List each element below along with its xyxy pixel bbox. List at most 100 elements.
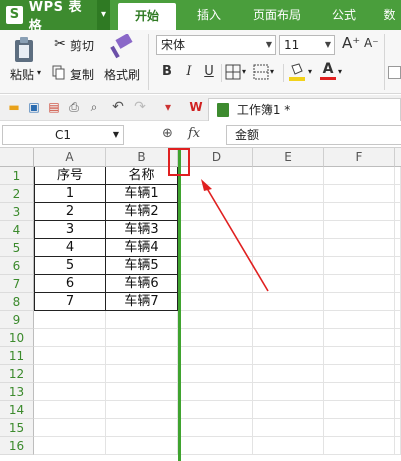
- grid-cell[interactable]: [253, 383, 324, 401]
- row-header[interactable]: 5: [0, 239, 34, 257]
- table-data-cell[interactable]: 1: [34, 185, 106, 203]
- underline-button[interactable]: U: [200, 63, 218, 81]
- select-all-corner[interactable]: [0, 148, 34, 167]
- tab-page-layout[interactable]: 页面布局: [244, 0, 310, 30]
- grid-cell[interactable]: [324, 239, 395, 257]
- grid-cell[interactable]: [395, 347, 401, 365]
- grid-cell[interactable]: [395, 419, 401, 437]
- table-data-cell[interactable]: 车辆6: [106, 275, 178, 293]
- chevron-down-icon[interactable]: ▾: [270, 67, 274, 76]
- wps-cloud-icon[interactable]: W: [188, 99, 204, 115]
- tab-home[interactable]: 开始: [118, 3, 176, 30]
- table-data-cell[interactable]: 车辆2: [106, 203, 178, 221]
- app-menu-dropdown-icon[interactable]: ▾: [96, 0, 110, 30]
- column-header-f[interactable]: F: [324, 148, 395, 167]
- table-data-cell[interactable]: 车辆1: [106, 185, 178, 203]
- grid-cell[interactable]: [106, 419, 178, 437]
- export-pdf-icon[interactable]: ▤: [46, 99, 62, 115]
- grid-cell[interactable]: [253, 401, 324, 419]
- column-header-g[interactable]: [395, 148, 401, 167]
- chevron-down-icon[interactable]: ▾: [338, 67, 342, 76]
- table-data-cell[interactable]: 车辆7: [106, 293, 178, 311]
- grid-cell[interactable]: [106, 401, 178, 419]
- zoom-icon[interactable]: ⊕: [162, 126, 173, 141]
- grid-cell[interactable]: [324, 437, 395, 455]
- column-header-d[interactable]: D: [181, 148, 253, 167]
- grid-cell[interactable]: [395, 203, 401, 221]
- format-painter-icon[interactable]: [108, 33, 134, 65]
- copy-icon[interactable]: [52, 65, 66, 83]
- grid-cell[interactable]: [106, 311, 178, 329]
- shrink-font-button[interactable]: A⁻: [364, 36, 379, 50]
- grid-cell[interactable]: [106, 329, 178, 347]
- row-header[interactable]: 15: [0, 419, 34, 437]
- grid-cell[interactable]: [106, 365, 178, 383]
- grid-cell[interactable]: [34, 419, 106, 437]
- grid-cell[interactable]: [324, 203, 395, 221]
- grid-cell[interactable]: [395, 365, 401, 383]
- table-data-cell[interactable]: 车辆3: [106, 221, 178, 239]
- grid-cell[interactable]: [395, 311, 401, 329]
- grid-cell[interactable]: [253, 419, 324, 437]
- table-data-cell[interactable]: 7: [34, 293, 106, 311]
- table-data-cell[interactable]: 4: [34, 239, 106, 257]
- more-options-icon[interactable]: [388, 66, 401, 79]
- grid-cell[interactable]: [324, 221, 395, 239]
- table-data-cell[interactable]: 3: [34, 221, 106, 239]
- grid-cell[interactable]: [395, 275, 401, 293]
- grid-cell[interactable]: [324, 257, 395, 275]
- row-header[interactable]: 3: [0, 203, 34, 221]
- font-name-select[interactable]: 宋体 ▼: [156, 35, 276, 55]
- table-data-cell[interactable]: 车辆4: [106, 239, 178, 257]
- grid-cell[interactable]: [395, 383, 401, 401]
- grid-cell[interactable]: [395, 437, 401, 455]
- undo-icon[interactable]: ↶: [110, 99, 126, 115]
- grid-cell[interactable]: [106, 437, 178, 455]
- grid-cell[interactable]: [395, 257, 401, 275]
- fill-color-button[interactable]: [288, 62, 306, 85]
- grid-cell[interactable]: [253, 437, 324, 455]
- grid-cell[interactable]: [181, 347, 253, 365]
- grid-cell[interactable]: [34, 365, 106, 383]
- grid-cell[interactable]: [181, 401, 253, 419]
- grid-cell[interactable]: [324, 275, 395, 293]
- spreadsheet-grid[interactable]: A B D E F 1 2 3 4 5 6 7 8 9 10 11 12 13 14 15 16 序号 名称 1 车…: [0, 148, 401, 461]
- row-header[interactable]: 7: [0, 275, 34, 293]
- format-painter-button[interactable]: 格式刷: [104, 66, 140, 83]
- grid-cell[interactable]: [324, 347, 395, 365]
- grid-cell[interactable]: [181, 311, 253, 329]
- grid-cell[interactable]: [181, 419, 253, 437]
- row-header[interactable]: 6: [0, 257, 34, 275]
- chevron-down-icon[interactable]: ▾: [308, 67, 312, 76]
- grid-cell[interactable]: [324, 167, 395, 185]
- save-icon[interactable]: ▣: [26, 99, 42, 115]
- copy-button[interactable]: 复制: [70, 66, 94, 83]
- grid-cell[interactable]: [395, 239, 401, 257]
- row-header[interactable]: 14: [0, 401, 34, 419]
- grid-cell[interactable]: [181, 437, 253, 455]
- grid-cell[interactable]: [324, 185, 395, 203]
- grid-cell[interactable]: [34, 347, 106, 365]
- borders-button[interactable]: [225, 64, 241, 83]
- grid-cell[interactable]: [324, 365, 395, 383]
- grid-cell[interactable]: [324, 293, 395, 311]
- grid-cell[interactable]: [395, 185, 401, 203]
- grid-cell[interactable]: [395, 293, 401, 311]
- table-data-cell[interactable]: 车辆5: [106, 257, 178, 275]
- grid-cell[interactable]: [34, 329, 106, 347]
- grid-cell[interactable]: [34, 437, 106, 455]
- grid-cell[interactable]: [395, 221, 401, 239]
- grid-cell[interactable]: [324, 311, 395, 329]
- column-header-a[interactable]: A: [34, 148, 106, 167]
- grid-cell[interactable]: [34, 401, 106, 419]
- customize-toolbar-icon[interactable]: ▾: [160, 99, 176, 115]
- paste-button[interactable]: [10, 36, 42, 64]
- grid-cell[interactable]: [34, 311, 106, 329]
- row-header[interactable]: 16: [0, 437, 34, 455]
- app-menu-button[interactable]: S WPS 表格 ▾: [0, 0, 110, 34]
- cut-button[interactable]: 剪切: [70, 37, 94, 54]
- grid-cell[interactable]: [253, 365, 324, 383]
- grid-cell[interactable]: [181, 329, 253, 347]
- table-data-cell[interactable]: 6: [34, 275, 106, 293]
- insert-function-button[interactable]: fx: [188, 126, 200, 141]
